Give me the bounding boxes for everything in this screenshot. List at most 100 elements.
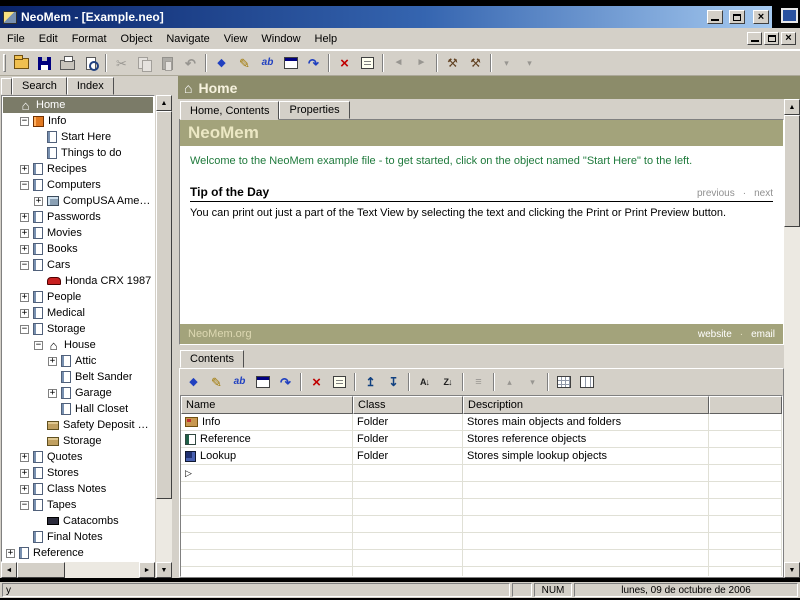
table-row-reference[interactable]: ReferenceFolderStores reference objects xyxy=(181,431,782,448)
sort-desc-button[interactable]: Z↓ xyxy=(436,371,459,393)
tree-item-storage[interactable]: −Storage xyxy=(3,321,153,337)
rename-button[interactable]: ab xyxy=(256,52,279,74)
tree-item-tapes[interactable]: −Tapes xyxy=(3,497,153,513)
tip-next-link[interactable]: next xyxy=(754,188,773,199)
tree-item-compusa-amerinote[interactable]: +CompUSA Amerinote xyxy=(3,193,153,209)
back-button[interactable]: ◄ xyxy=(387,52,410,74)
main-tab-home-contents[interactable]: Home, Contents xyxy=(180,101,279,120)
vscroll-thumb[interactable] xyxy=(156,111,172,499)
copy-button[interactable] xyxy=(133,52,156,74)
menu-object[interactable]: Object xyxy=(114,28,160,49)
expand-toggle-icon[interactable]: + xyxy=(20,485,29,494)
sidebar-tab-index[interactable]: Index xyxy=(67,77,114,95)
empty-row[interactable] xyxy=(181,516,782,533)
tree-item-people[interactable]: +People xyxy=(3,289,153,305)
tree-item-movies[interactable]: +Movies xyxy=(3,225,153,241)
dropdown-a-button[interactable]: ▾ xyxy=(495,52,518,74)
dropdown-b-button[interactable]: ▾ xyxy=(518,52,541,74)
scroll-left-icon[interactable] xyxy=(1,562,17,578)
empty-row[interactable] xyxy=(181,533,782,550)
column-header-description[interactable]: Description xyxy=(463,396,709,414)
tree-horizontal-scrollbar[interactable] xyxy=(1,562,155,578)
tree-item-class-notes[interactable]: +Class Notes xyxy=(3,481,153,497)
tree-item-things-to-do[interactable]: Things to do xyxy=(3,145,153,161)
tree-item-honda-crx-1987[interactable]: Honda CRX 1987 xyxy=(3,273,153,289)
view-grid-button[interactable] xyxy=(552,371,575,393)
tree-item-computers[interactable]: −Computers xyxy=(3,177,153,193)
restore-button[interactable] xyxy=(729,10,745,24)
cut-button[interactable]: ✂ xyxy=(110,52,133,74)
main-tab-properties[interactable]: Properties xyxy=(279,101,349,119)
undo-button[interactable]: ↶ xyxy=(179,52,202,74)
view-columns-button[interactable] xyxy=(575,371,598,393)
collapse-button[interactable]: ▴ xyxy=(498,371,521,393)
tree-item-storage[interactable]: Storage xyxy=(3,433,153,449)
tree-item-quotes[interactable]: +Quotes xyxy=(3,449,153,465)
collapse-toggle-icon[interactable]: − xyxy=(20,117,29,126)
empty-row[interactable] xyxy=(181,550,782,567)
new-window-button[interactable] xyxy=(279,52,302,74)
tree-item-passwords[interactable]: +Passwords xyxy=(3,209,153,225)
sidebar-tab-partial[interactable] xyxy=(1,78,12,95)
tree-item-attic[interactable]: +Attic xyxy=(3,353,153,369)
goto-button[interactable]: ↷ xyxy=(274,371,297,393)
expand-toggle-icon[interactable]: + xyxy=(20,469,29,478)
tree-vertical-scrollbar[interactable] xyxy=(156,95,172,578)
tools-button[interactable]: ⚒ xyxy=(441,52,464,74)
navigate-button[interactable]: ◆ xyxy=(210,52,233,74)
menu-navigate[interactable]: Navigate xyxy=(159,28,216,49)
expand-toggle-icon[interactable]: + xyxy=(20,453,29,462)
print-button[interactable] xyxy=(56,52,79,74)
expand-toggle-icon[interactable]: + xyxy=(20,213,29,222)
child-restore-button[interactable] xyxy=(764,32,779,45)
hscroll-thumb[interactable] xyxy=(17,562,65,578)
new-object-button[interactable]: ✎ xyxy=(205,371,228,393)
toolbar-grip[interactable] xyxy=(3,54,6,72)
expand-toggle-icon[interactable]: + xyxy=(20,293,29,302)
collapse-toggle-icon[interactable]: − xyxy=(20,181,29,190)
menu-help[interactable]: Help xyxy=(308,28,345,49)
contents-tab[interactable]: Contents xyxy=(180,350,244,368)
column-header-name[interactable]: Name xyxy=(181,396,353,414)
tree-item-medical[interactable]: +Medical xyxy=(3,305,153,321)
child-minimize-button[interactable] xyxy=(747,32,762,45)
move-down-button[interactable]: ↧ xyxy=(382,371,405,393)
properties-button[interactable] xyxy=(328,371,351,393)
tree-item-house[interactable]: −⌂House xyxy=(3,337,153,353)
tree-item-stores[interactable]: +Stores xyxy=(3,465,153,481)
tip-previous-link[interactable]: previous xyxy=(697,188,735,199)
tree-item-books[interactable]: +Books xyxy=(3,241,153,257)
properties-button[interactable] xyxy=(356,52,379,74)
collapse-toggle-icon[interactable]: − xyxy=(20,261,29,270)
collapse-toggle-icon[interactable]: − xyxy=(20,325,29,334)
delete-button[interactable]: × xyxy=(333,52,356,74)
empty-row[interactable] xyxy=(181,567,782,577)
vscroll-track[interactable] xyxy=(784,115,800,562)
sort-asc-button[interactable]: A↓ xyxy=(413,371,436,393)
scroll-down-icon[interactable] xyxy=(156,562,172,578)
empty-row[interactable] xyxy=(181,499,782,516)
expand-toggle-icon[interactable]: + xyxy=(20,245,29,254)
main-vertical-scrollbar[interactable] xyxy=(784,99,800,578)
menu-format[interactable]: Format xyxy=(65,28,114,49)
paste-button[interactable] xyxy=(156,52,179,74)
close-button[interactable]: × xyxy=(753,10,769,24)
tree-item-info[interactable]: −Info xyxy=(3,113,153,129)
sort-none-button[interactable]: ≡ xyxy=(467,371,490,393)
new-object-button[interactable]: ✎ xyxy=(233,52,256,74)
expand-button[interactable]: ▾ xyxy=(521,371,544,393)
new-row-indicator[interactable]: ▷ xyxy=(181,465,782,482)
expand-toggle-icon[interactable]: + xyxy=(48,389,57,398)
tree-item-garage[interactable]: +Garage xyxy=(3,385,153,401)
table-row-info[interactable]: InfoFolderStores main objects and folder… xyxy=(181,414,782,431)
scroll-right-icon[interactable] xyxy=(139,562,155,578)
tree-item-belt-sander[interactable]: Belt Sander xyxy=(3,369,153,385)
collapse-toggle-icon[interactable]: − xyxy=(20,501,29,510)
collapse-toggle-icon[interactable]: − xyxy=(34,341,43,350)
sidebar-tab-search[interactable]: Search xyxy=(12,77,67,95)
empty-row[interactable] xyxy=(181,482,782,499)
table-row-lookup[interactable]: LookupFolderStores simple lookup objects xyxy=(181,448,782,465)
expand-toggle-icon[interactable]: + xyxy=(48,357,57,366)
tree-item-catacombs[interactable]: Catacombs xyxy=(3,513,153,529)
forward-button[interactable]: ► xyxy=(410,52,433,74)
